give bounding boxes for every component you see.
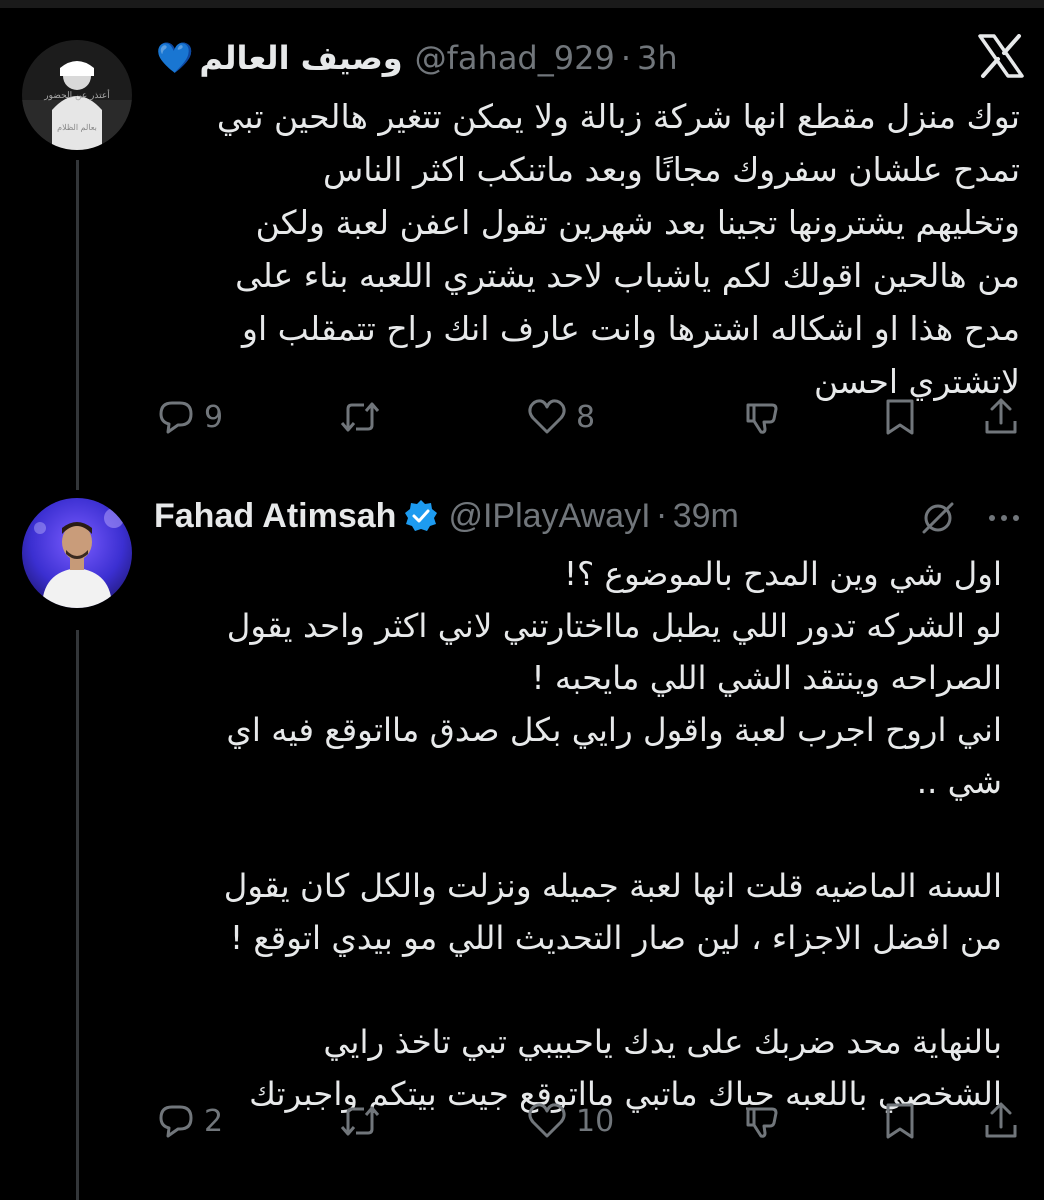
share-upload-icon <box>985 1102 1017 1138</box>
avatar-fahad-atimsah[interactable] <box>22 498 132 608</box>
tweet-1-header: 💙 وصيف العالم @fahad_929 · 3h <box>156 32 678 84</box>
thumbs-down-icon <box>746 403 778 434</box>
timestamp[interactable]: 39m <box>673 497 739 536</box>
tweet-2-actions: 2 10 <box>156 1096 1026 1146</box>
bookmark-button[interactable] <box>882 1096 918 1146</box>
heart-outline-icon <box>528 1103 566 1138</box>
thread-connector-line <box>76 160 79 490</box>
tweet-2-text: اول شي وين المدح بالموضوع ؟! لو الشركه ت… <box>223 555 1002 1113</box>
thumbs-down-icon <box>746 1107 778 1138</box>
bookmark-button[interactable] <box>882 392 918 442</box>
heart-outline-icon <box>528 399 566 434</box>
more-dots-icon[interactable] <box>984 498 1024 542</box>
reply-button[interactable]: 2 <box>156 1096 223 1146</box>
like-button[interactable]: 8 <box>526 392 595 442</box>
reply-count: 2 <box>204 1103 224 1139</box>
avatar-wasif[interactable]: أعتذر عن الحضور بعالم الظلام <box>22 40 132 150</box>
share-button[interactable] <box>982 1096 1020 1146</box>
display-name[interactable]: Fahad Atimsah <box>154 497 396 536</box>
reply-count: 9 <box>204 399 224 435</box>
bookmark-icon <box>886 399 914 435</box>
like-count: 8 <box>576 399 596 435</box>
thread-connector-line-bottom <box>76 630 79 1200</box>
repost-arrows-icon <box>340 1106 380 1136</box>
top-divider <box>0 0 1044 8</box>
bookmark-icon <box>886 1103 914 1139</box>
timestamp[interactable]: 3h <box>637 39 678 77</box>
speech-bubble-icon <box>159 401 193 434</box>
reply-button[interactable]: 9 <box>156 392 223 442</box>
share-upload-icon <box>985 398 1017 434</box>
like-count: 10 <box>576 1103 615 1139</box>
like-button[interactable]: 10 <box>526 1096 614 1146</box>
repost-button[interactable] <box>338 392 390 442</box>
dislike-button[interactable] <box>742 1096 782 1146</box>
repost-arrows-icon <box>340 402 380 432</box>
grok-icon[interactable] <box>918 498 958 542</box>
x-logo-icon[interactable] <box>978 34 1024 82</box>
verified-check-icon <box>405 500 438 531</box>
separator-dot: · <box>620 39 631 77</box>
user-handle[interactable]: @IPlayAwayI <box>448 497 650 536</box>
speech-bubble-icon <box>159 1105 193 1138</box>
user-handle[interactable]: @fahad_929 <box>415 39 615 77</box>
dislike-button[interactable] <box>742 392 782 442</box>
display-name[interactable]: وصيف العالم <box>199 39 402 77</box>
tweet-1-text: توك منزل مقطع انها شركة زبالة ولا يمكن ت… <box>216 97 1020 401</box>
share-button[interactable] <box>982 392 1020 442</box>
tweet-2-header: Fahad Atimsah @IPlayAwayI · 39m <box>154 490 739 542</box>
svg-text:بعالم الظلام: بعالم الظلام <box>57 123 97 132</box>
separator-dot: · <box>656 497 667 535</box>
tweet-1-actions: 9 8 <box>156 392 1026 442</box>
blue-heart-emoji: 💙 <box>156 40 194 76</box>
repost-button[interactable] <box>338 1096 390 1146</box>
